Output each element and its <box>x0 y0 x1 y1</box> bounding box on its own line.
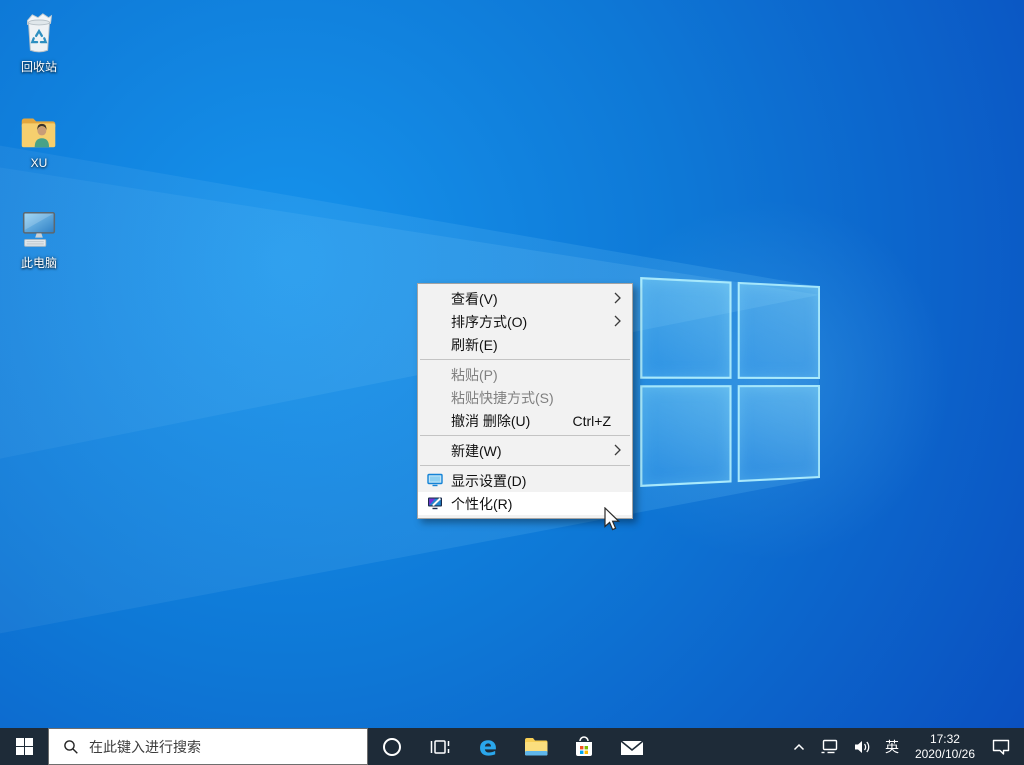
store-icon <box>572 735 596 759</box>
screen: 回收站 XU 此电脑 查看(V) <box>0 0 1024 765</box>
search-input[interactable] <box>87 738 359 756</box>
submenu-arrow-icon <box>614 444 621 456</box>
menu-item-label: 查看(V) <box>451 289 498 309</box>
volume-icon <box>853 739 871 755</box>
desktop-icon-user-folder[interactable]: XU <box>6 108 72 170</box>
menu-item-label: 排序方式(O) <box>451 312 527 332</box>
taskbar-clock[interactable]: 17:32 2020/10/26 <box>906 732 984 762</box>
desktop-icon-label: XU <box>31 156 48 170</box>
menu-item-new[interactable]: 新建(W) <box>418 439 632 462</box>
logo-pane <box>640 385 731 487</box>
menu-item-label: 新建(W) <box>451 441 502 461</box>
store-button[interactable] <box>560 728 608 765</box>
desktop-icon-label: 此电脑 <box>21 254 57 271</box>
volume-button[interactable] <box>846 728 878 765</box>
menu-item-paste: 粘贴(P) <box>418 363 632 386</box>
menu-separator <box>420 465 630 466</box>
desktop-icon-label: 回收站 <box>21 58 57 75</box>
taskbar: e <box>0 728 1024 765</box>
recycle-bin-icon <box>16 10 62 56</box>
clock-date: 2020/10/26 <box>915 747 975 762</box>
menu-item-refresh[interactable]: 刷新(E) <box>418 333 632 356</box>
show-hidden-icons-button[interactable] <box>785 728 813 765</box>
menu-item-label: 粘贴(P) <box>451 365 498 385</box>
file-explorer-icon <box>524 737 548 757</box>
user-folder-icon <box>16 108 62 154</box>
ime-language-label: 英 <box>885 737 899 757</box>
search-icon <box>63 739 79 755</box>
menu-item-sort-by[interactable]: 排序方式(O) <box>418 310 632 333</box>
menu-item-label: 刷新(E) <box>451 335 498 355</box>
display-settings-icon <box>427 472 443 488</box>
action-center-button[interactable] <box>984 728 1018 765</box>
menu-item-view[interactable]: 查看(V) <box>418 287 632 310</box>
menu-item-undo-delete[interactable]: 撤消 删除(U) Ctrl+Z <box>418 409 632 432</box>
file-explorer-button[interactable] <box>512 728 560 765</box>
submenu-arrow-icon <box>614 292 621 304</box>
menu-separator <box>420 359 630 360</box>
desktop-icon-this-pc[interactable]: 此电脑 <box>6 206 72 271</box>
menu-item-shortcut: Ctrl+Z <box>573 413 633 429</box>
action-center-icon <box>991 738 1011 756</box>
clock-time: 17:32 <box>930 732 960 747</box>
windows-start-icon <box>16 738 33 755</box>
network-button[interactable] <box>813 728 846 765</box>
menu-item-paste-shortcut: 粘贴快捷方式(S) <box>418 386 632 409</box>
submenu-arrow-icon <box>614 315 621 327</box>
windows-wallpaper-logo <box>640 277 820 487</box>
mail-button[interactable] <box>608 728 656 765</box>
this-pc-icon <box>16 206 62 252</box>
edge-button[interactable]: e <box>464 728 512 765</box>
cortana-button[interactable] <box>368 728 416 765</box>
personalization-icon <box>427 495 443 511</box>
desktop-icon-recycle-bin[interactable]: 回收站 <box>6 10 72 75</box>
network-icon <box>820 738 839 755</box>
task-view-icon <box>428 737 452 757</box>
menu-item-label: 粘贴快捷方式(S) <box>451 388 554 408</box>
menu-separator <box>420 435 630 436</box>
edge-icon: e <box>479 733 497 760</box>
taskbar-search-box[interactable] <box>48 728 368 765</box>
desktop-context-menu: 查看(V) 排序方式(O) 刷新(E) 粘贴(P) 粘贴快捷方式(S) 撤消 删… <box>417 283 633 519</box>
logo-pane <box>737 385 820 482</box>
menu-item-display-settings[interactable]: 显示设置(D) <box>418 469 632 492</box>
cortana-icon <box>381 736 403 758</box>
logo-pane <box>640 277 731 379</box>
task-view-button[interactable] <box>416 728 464 765</box>
chevron-up-icon <box>792 741 806 753</box>
logo-pane <box>737 282 820 379</box>
mail-icon <box>619 737 645 757</box>
menu-item-label: 个性化(R) <box>451 494 512 514</box>
menu-item-label: 显示设置(D) <box>451 471 526 491</box>
menu-item-label: 撤消 删除(U) <box>451 411 530 431</box>
ime-indicator[interactable]: 英 <box>878 728 906 765</box>
system-tray: 英 17:32 2020/10/26 <box>785 728 1024 765</box>
start-button[interactable] <box>0 728 48 765</box>
menu-item-personalize[interactable]: 个性化(R) <box>418 492 632 515</box>
